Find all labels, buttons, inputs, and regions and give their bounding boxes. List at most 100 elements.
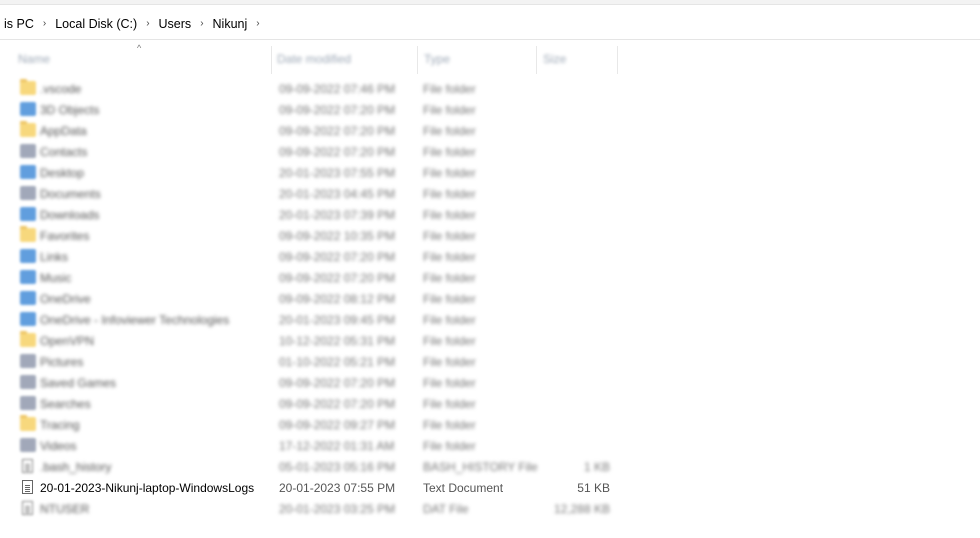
file-list[interactable]: ^ Name Date modified Type Size .vscode 09…: [0, 43, 980, 538]
table-row[interactable]: Documents 20-01-2023 04:45 PM File folder: [0, 183, 640, 204]
row-type: File folder: [423, 250, 476, 264]
breadcrumb-users[interactable]: Users: [155, 17, 196, 31]
row-size: 12,288 KB: [553, 502, 610, 516]
row-name: .vscode: [40, 82, 82, 96]
folder-icon: [20, 331, 36, 347]
row-date: 09-09-2022 07:20 PM: [279, 124, 396, 138]
column-divider[interactable]: [271, 46, 272, 74]
row-date: 09-09-2022 07:46 PM: [279, 82, 396, 96]
row-size: 1 KB: [583, 460, 610, 474]
onedrive-icon: [20, 291, 36, 305]
row-type: DAT File: [423, 502, 469, 516]
row-name: OneDrive - Infoviewer Technologies: [40, 313, 230, 327]
breadcrumb-separator-icon[interactable]: ›: [141, 18, 154, 29]
table-row[interactable]: 20-01-2023-Nikunj-laptop-WindowsLogs 20-0…: [0, 477, 640, 498]
row-type: File folder: [423, 418, 476, 432]
row-type: File folder: [423, 271, 476, 285]
row-date: 09-09-2022 07:20 PM: [279, 271, 396, 285]
row-size: 51 KB: [577, 481, 610, 495]
row-name: Searches: [40, 397, 91, 411]
table-row[interactable]: Tracing 09-09-2022 09:27 PM File folder: [0, 414, 640, 435]
row-date: 09-09-2022 07:20 PM: [279, 103, 396, 117]
row-type: File folder: [423, 103, 476, 117]
downloads-icon: [20, 207, 36, 221]
row-name: 20-01-2023-Nikunj-laptop-WindowsLogs: [40, 481, 255, 495]
table-row[interactable]: Pictures 01-10-2022 05:21 PM File folder: [0, 351, 640, 372]
row-name: Documents: [40, 187, 101, 201]
row-type: File folder: [423, 187, 476, 201]
music-icon: [20, 270, 36, 284]
row-date: 09-09-2022 07:20 PM: [279, 250, 396, 264]
folder-icon: [20, 121, 36, 137]
row-date: 20-01-2023 07:39 PM: [279, 208, 396, 222]
breadcrumb-separator-icon[interactable]: ›: [38, 18, 51, 29]
row-type: File folder: [423, 313, 476, 327]
row-name: Desktop: [40, 166, 85, 180]
links-icon: [20, 249, 36, 263]
row-name: Saved Games: [40, 376, 117, 390]
row-type: File folder: [423, 208, 476, 222]
table-row[interactable]: Searches 09-09-2022 07:20 PM File folder: [0, 393, 640, 414]
table-row[interactable]: NTUSER 20-01-2023 03:25 PM DAT File 12,288 …: [0, 498, 640, 519]
breadcrumb-separator-icon[interactable]: ›: [195, 18, 208, 29]
table-row[interactable]: Downloads 20-01-2023 07:39 PM File folder: [0, 204, 640, 225]
column-divider[interactable]: [617, 46, 618, 74]
column-divider[interactable]: [536, 46, 537, 74]
column-header-name[interactable]: Name: [18, 52, 50, 70]
table-row[interactable]: Favorites 09-09-2022 10:35 PM File folder: [0, 225, 640, 246]
table-row[interactable]: .bash_history 05-01-2023 05:16 PM BASH_HIS…: [0, 456, 640, 477]
column-header-type[interactable]: Type: [424, 52, 450, 70]
onedrive-icon: [20, 312, 36, 326]
row-name: Pictures: [40, 355, 84, 369]
row-date: 09-09-2022 07:20 PM: [279, 145, 396, 159]
row-type: File folder: [423, 124, 476, 138]
row-name: Contacts: [40, 145, 88, 159]
row-date: 05-01-2023 05:16 PM: [279, 460, 396, 474]
folder-icon: [20, 79, 36, 95]
row-type: File folder: [423, 82, 476, 96]
table-row[interactable]: Videos 17-12-2022 01:31 AM File folder: [0, 435, 640, 456]
table-row[interactable]: OneDrive 09-09-2022 08:12 PM File folder: [0, 288, 640, 309]
table-row[interactable]: Contacts 09-09-2022 07:20 PM File folder: [0, 141, 640, 162]
row-name: Music: [40, 271, 72, 285]
contacts-icon: [20, 144, 36, 158]
row-type: File folder: [423, 439, 476, 453]
favorites-icon: [20, 226, 36, 242]
desktop-icon: [20, 165, 36, 179]
table-row[interactable]: .vscode 09-09-2022 07:46 PM File folder: [0, 78, 640, 99]
row-name: 3D Objects: [40, 103, 100, 117]
row-type: BASH_HISTORY File: [423, 460, 538, 474]
row-type: File folder: [423, 334, 476, 348]
column-divider[interactable]: [417, 46, 418, 74]
documents-icon: [20, 186, 36, 200]
row-date: 09-09-2022 10:35 PM: [279, 229, 396, 243]
row-date: 09-09-2022 08:12 PM: [279, 292, 396, 306]
row-type: File folder: [423, 166, 476, 180]
table-row[interactable]: Links 09-09-2022 07:20 PM File folder: [0, 246, 640, 267]
breadcrumb-local-disk[interactable]: Local Disk (C:): [51, 17, 141, 31]
row-date: 20-01-2023 07:55 PM: [279, 481, 396, 495]
column-header-size[interactable]: Size: [543, 52, 566, 70]
row-name: OpenVPN: [40, 334, 95, 348]
title-bar-strip: [0, 0, 980, 5]
row-date: 09-09-2022 09:27 PM: [279, 418, 396, 432]
row-date: 20-01-2023 09:45 PM: [279, 313, 396, 327]
table-row[interactable]: Music 09-09-2022 07:20 PM File folder: [0, 267, 640, 288]
row-date: 09-09-2022 07:20 PM: [279, 397, 396, 411]
row-name: Links: [40, 250, 69, 264]
breadcrumb[interactable]: is PC › Local Disk (C:) › Users › Nikunj…: [0, 8, 980, 40]
column-header-date-modified[interactable]: Date modified: [277, 52, 351, 70]
table-row[interactable]: Desktop 20-01-2023 07:55 PM File folder: [0, 162, 640, 183]
table-row[interactable]: AppData 09-09-2022 07:20 PM File folder: [0, 120, 640, 141]
row-date: 17-12-2022 01:31 AM: [279, 439, 395, 453]
row-name: OneDrive: [40, 292, 91, 306]
breadcrumb-this-pc[interactable]: is PC: [0, 17, 38, 31]
breadcrumb-separator-icon[interactable]: ›: [251, 18, 264, 29]
breadcrumb-nikunj[interactable]: Nikunj: [209, 17, 252, 31]
table-row[interactable]: 3D Objects 09-09-2022 07:20 PM File folder: [0, 99, 640, 120]
table-row[interactable]: Saved Games 09-09-2022 07:20 PM File folde…: [0, 372, 640, 393]
table-row[interactable]: OneDrive - Infoviewer Technologies 20-01-…: [0, 309, 640, 330]
table-row[interactable]: OpenVPN 10-12-2022 05:31 PM File folder: [0, 330, 640, 351]
text-document-icon: [22, 480, 33, 494]
row-date: 09-09-2022 07:20 PM: [279, 376, 396, 390]
